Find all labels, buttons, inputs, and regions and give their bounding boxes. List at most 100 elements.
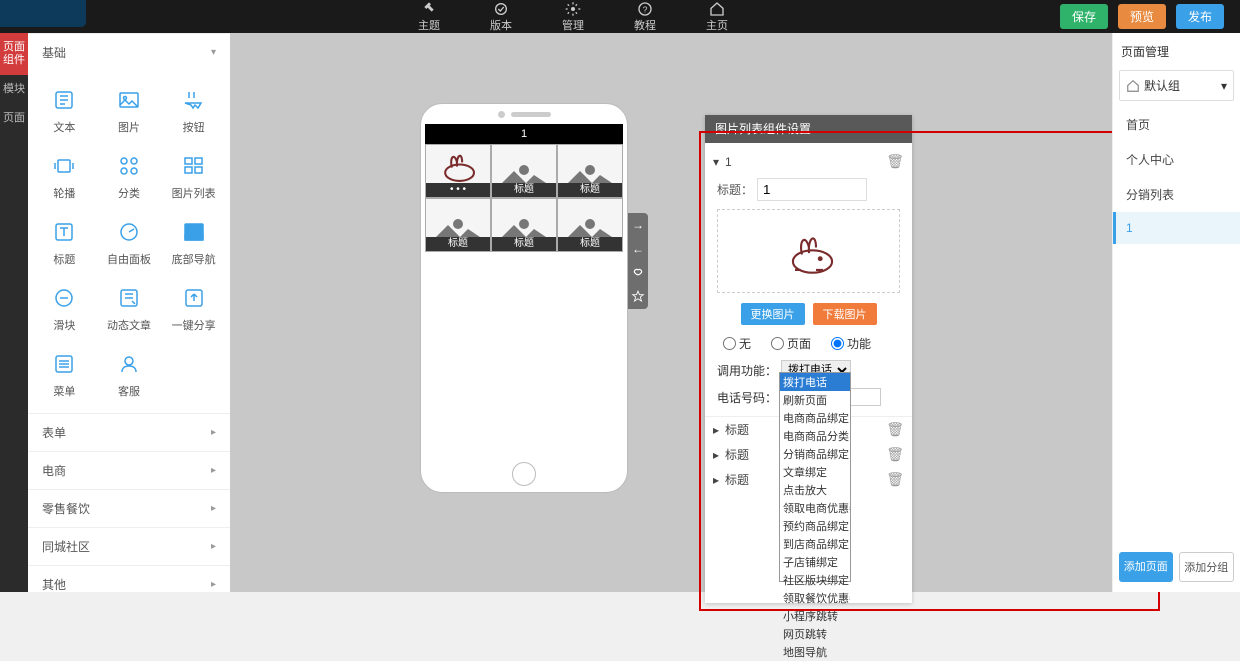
version-icon <box>493 1 509 17</box>
page-item[interactable]: 1 <box>1113 212 1240 244</box>
button-icon <box>181 87 207 113</box>
dropdown-option[interactable]: 预约商品绑定 <box>780 517 850 535</box>
section-basic-header[interactable]: 基础 ▾ <box>28 33 230 71</box>
component-slider[interactable]: 滑块 <box>32 279 97 345</box>
function-label: 调用功能： <box>717 362 777 379</box>
section-零售餐饮-header[interactable]: 零售餐饮▸ <box>28 489 230 527</box>
tool-arrow-right-icon[interactable]: → <box>628 213 648 237</box>
add-group-button[interactable]: 添加分组 <box>1179 552 1235 582</box>
component-title[interactable]: 标题 <box>32 213 97 279</box>
delete-icon[interactable]: 🗑 <box>886 421 904 438</box>
preview-button[interactable]: 预览 <box>1118 4 1166 29</box>
section-label: 电商 <box>42 462 66 479</box>
component-image[interactable]: 图片 <box>97 81 162 147</box>
tool-star-icon[interactable] <box>628 285 648 309</box>
phone-image-cell[interactable]: 标题 <box>491 144 557 198</box>
component-button[interactable]: 按钮 <box>161 81 226 147</box>
dropdown-option[interactable]: 拨打电话 <box>780 373 850 391</box>
tel-label: 电话号码： <box>717 389 777 406</box>
page-item[interactable]: 分销列表 <box>1113 177 1240 212</box>
settings-item-header[interactable]: ▾ 1 🗑 <box>705 149 912 174</box>
add-page-button[interactable]: 添加页面 <box>1119 552 1173 582</box>
dropdown-option[interactable]: 刷新页面 <box>780 391 850 409</box>
settings-header: 图片列表组件设置 <box>705 115 912 143</box>
dropdown-option[interactable]: 子店铺绑定 <box>780 553 850 571</box>
item-number: 1 <box>725 155 732 169</box>
nav-manage[interactable]: 管理 <box>562 1 584 33</box>
dropdown-option[interactable]: 点击放大 <box>780 481 850 499</box>
phone-preview: 1 • • •标题标题标题标题标题 <box>420 103 628 493</box>
home-icon <box>709 1 725 17</box>
change-image-button[interactable]: 更换图片 <box>741 303 805 325</box>
section-电商-header[interactable]: 电商▸ <box>28 451 230 489</box>
radio-none[interactable]: 无 <box>723 335 751 352</box>
dropdown-option[interactable]: 地图导航 <box>780 643 850 661</box>
component-service[interactable]: 客服 <box>97 345 162 411</box>
dropdown-option[interactable]: 电商商品绑定 <box>780 409 850 427</box>
page-item[interactable]: 首页 <box>1113 107 1240 142</box>
section-同城社区-header[interactable]: 同城社区▸ <box>28 527 230 565</box>
delete-icon[interactable]: 🗑 <box>886 153 904 170</box>
radio-page[interactable]: 页面 <box>771 335 811 352</box>
page-item[interactable]: 个人中心 <box>1113 142 1240 177</box>
rail-modules[interactable]: 模块 <box>0 75 28 104</box>
top-buttons: 保存 预览 发布 <box>1060 0 1240 29</box>
component-panel[interactable]: 自由面板 <box>97 213 162 279</box>
component-share[interactable]: 一键分享 <box>161 279 226 345</box>
group-select[interactable]: 默认组 ▾ <box>1119 70 1234 101</box>
phone-dots: • • • <box>426 183 490 197</box>
phone-image-cell[interactable]: 标题 <box>557 144 623 198</box>
component-label: 文本 <box>53 119 75 135</box>
save-button[interactable]: 保存 <box>1060 4 1108 29</box>
dropdown-option[interactable]: 小程序跳转 <box>780 607 850 625</box>
chevron-right-icon: ▸ <box>713 448 719 462</box>
nav-theme[interactable]: 主题 <box>418 1 440 33</box>
radio-function[interactable]: 功能 <box>831 335 871 352</box>
dropdown-option[interactable]: 领取电商优惠券 <box>780 499 850 517</box>
rail-pages[interactable]: 页面 <box>0 104 28 133</box>
rail-page-components[interactable]: 页面 组件 <box>0 33 28 75</box>
component-label: 分类 <box>118 185 140 201</box>
nav-tutorial[interactable]: ? 教程 <box>634 1 656 33</box>
publish-button[interactable]: 发布 <box>1176 4 1224 29</box>
tool-arrow-left-icon[interactable]: ← <box>628 237 648 261</box>
theme-icon <box>421 1 437 17</box>
component-label: 轮播 <box>53 185 75 201</box>
delete-icon[interactable]: 🗑 <box>886 446 904 463</box>
component-grid: 文本 图片按钮轮播 分类 图片列表标题 自由面板底部导航滑块 动态文章一键分享菜单客服 <box>28 71 230 413</box>
component-bottomnav[interactable]: 底部导航 <box>161 213 226 279</box>
component-label: 滑块 <box>53 317 75 333</box>
bottomnav-icon <box>181 219 207 245</box>
component-menu[interactable]: 菜单 <box>32 345 97 411</box>
download-image-button[interactable]: 下载图片 <box>813 303 877 325</box>
dropdown-option[interactable]: 文章绑定 <box>780 463 850 481</box>
phone-image-cell[interactable]: • • • <box>425 144 491 198</box>
component-label: 标题 <box>53 251 75 267</box>
phone-image-cell[interactable]: 标题 <box>425 198 491 252</box>
dropdown-option[interactable]: 网页跳转 <box>780 625 850 643</box>
section-label: 基础 <box>42 44 66 61</box>
chevron-right-icon: ▸ <box>713 423 719 437</box>
component-text[interactable]: 文本 <box>32 81 97 147</box>
component-imglist[interactable]: 图片列表 <box>161 147 226 213</box>
delete-icon[interactable]: 🗑 <box>886 471 904 488</box>
component-article[interactable]: 动态文章 <box>97 279 162 345</box>
chevron-right-icon: ▸ <box>211 541 216 552</box>
nav-label: 版本 <box>490 17 512 33</box>
nav-version[interactable]: 版本 <box>490 1 512 33</box>
title-input[interactable] <box>757 178 867 201</box>
section-其他-header[interactable]: 其他▸ <box>28 565 230 592</box>
dropdown-option[interactable]: 电商商品分类 <box>780 427 850 445</box>
section-表单-header[interactable]: 表单▸ <box>28 413 230 451</box>
phone-image-cell[interactable]: 标题 <box>557 198 623 252</box>
dropdown-option[interactable]: 社区版块绑定 <box>780 571 850 589</box>
component-category[interactable]: 分类 <box>97 147 162 213</box>
sub-label: 标题 <box>725 446 749 463</box>
nav-home[interactable]: 主页 <box>706 1 728 33</box>
component-carousel[interactable]: 轮播 <box>32 147 97 213</box>
tool-link-icon[interactable] <box>628 261 648 285</box>
phone-image-cell[interactable]: 标题 <box>491 198 557 252</box>
dropdown-option[interactable]: 分销商品绑定 <box>780 445 850 463</box>
chevron-right-icon: ▸ <box>211 503 216 514</box>
dropdown-option[interactable]: 到店商品绑定 <box>780 535 850 553</box>
